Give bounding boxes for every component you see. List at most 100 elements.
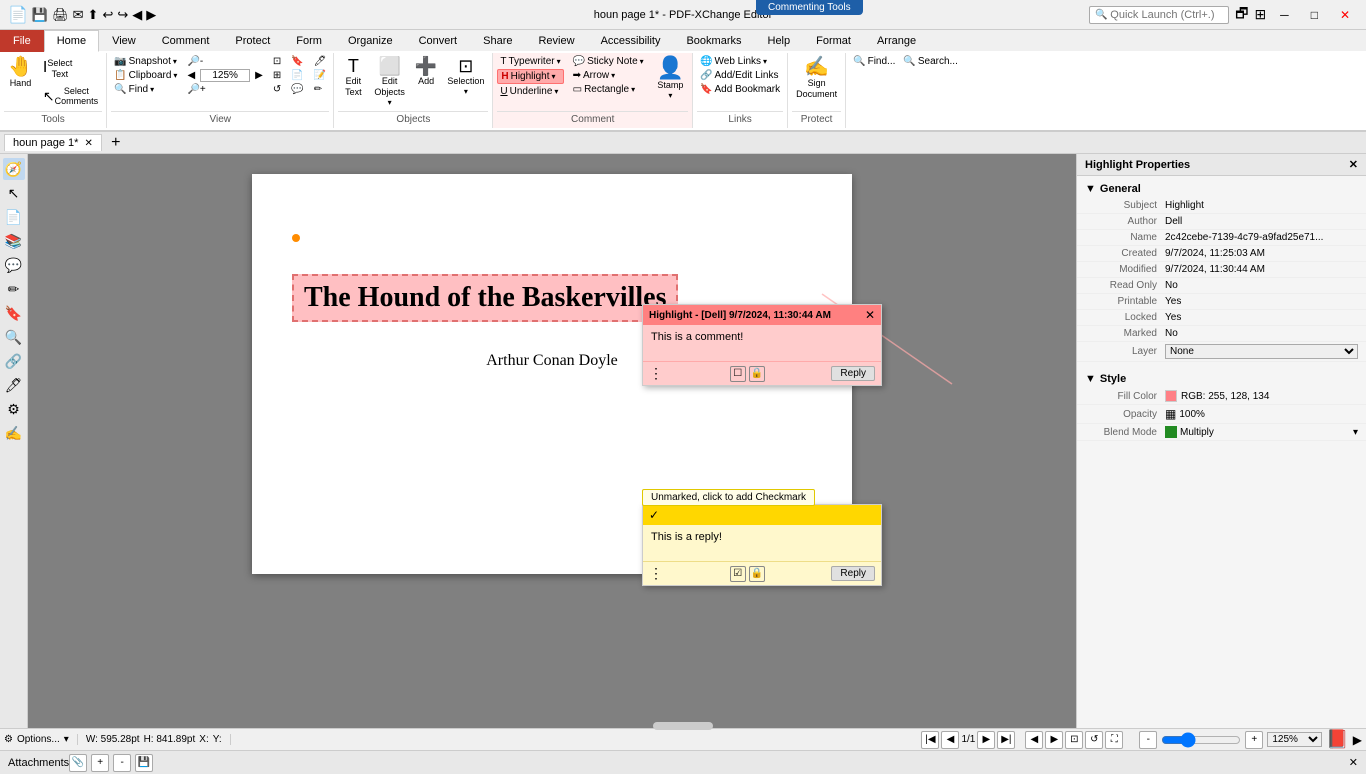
add-edit-links-button[interactable]: 🔗 Add/Edit Links (697, 69, 783, 82)
typewriter-button[interactable]: T Typewriter ▾ (497, 55, 563, 68)
tab-file[interactable]: File (0, 30, 44, 52)
document-tab[interactable]: houn page 1* ✕ (4, 134, 102, 151)
zoom-slider[interactable] (1161, 732, 1241, 748)
prev-view-button[interactable]: ◀ (184, 69, 198, 82)
attach-btn3[interactable]: - (113, 754, 131, 772)
select-text-button[interactable]: I SelectText (39, 55, 102, 82)
comment-view[interactable]: 💬 (288, 83, 306, 96)
comment-checkbox[interactable]: ☐ (730, 366, 746, 382)
save-icon[interactable]: 💾 (32, 7, 48, 23)
zoom-out-button[interactable]: 🔎- (184, 55, 265, 68)
tab-protect[interactable]: Protect (222, 30, 283, 52)
bookmark-view2[interactable]: 📄 (288, 69, 306, 82)
left-tool-link[interactable]: 🔗 (3, 350, 25, 372)
attach-btn2[interactable]: + (91, 754, 109, 772)
last-page-button[interactable]: ▶| (997, 731, 1015, 749)
tab-accessibility[interactable]: Accessibility (588, 30, 674, 52)
snapshot-button[interactable]: 📷 Snapshot ▾ (111, 55, 180, 68)
rectangle-button[interactable]: ▭ Rectangle ▾ (570, 83, 647, 96)
underline-button[interactable]: U Underline ▾ (497, 85, 563, 98)
tab-comment[interactable]: Comment (149, 30, 223, 52)
quick-launch-input[interactable] (1089, 6, 1229, 24)
fullscreen-button[interactable]: ⛶ (1105, 731, 1123, 749)
zoom-input[interactable] (200, 69, 250, 82)
zoom-in-button[interactable]: 🔎+ (184, 83, 265, 96)
attach-btn4[interactable]: 💾 (135, 754, 153, 772)
edit-text-button[interactable]: T EditText (338, 55, 368, 100)
close-button[interactable]: ✕ (1332, 6, 1358, 24)
bookmark-view1[interactable]: 🔖 (288, 55, 306, 68)
sticky-note-button[interactable]: 💬 Sticky Note ▾ (570, 55, 647, 68)
left-tool-comment[interactable]: 💬 (3, 254, 25, 276)
next-view-button[interactable]: ▶ (252, 69, 266, 82)
left-tool-nav[interactable]: 🧭 (3, 158, 25, 180)
stamp-button[interactable]: 👤 Stamp ▾ (653, 55, 688, 102)
forward-icon[interactable]: ▶ (146, 7, 156, 23)
tab-convert[interactable]: Convert (406, 30, 471, 52)
left-tool-sign[interactable]: ✍ (3, 422, 25, 444)
left-tool-settings[interactable]: ⚙ (3, 398, 25, 420)
share-icon[interactable]: ⬆ (88, 7, 99, 23)
typewriter-dropdown[interactable]: ▾ (557, 57, 561, 66)
view-btn6[interactable]: ✏ (311, 83, 330, 96)
zoom-out-status-button[interactable]: - (1139, 731, 1157, 749)
zoom-select[interactable]: 125% 100% 150% (1267, 732, 1322, 747)
view-btn4[interactable]: 🖊 (311, 55, 330, 68)
search-toolbar-button[interactable]: 🔍 Search... (900, 55, 960, 68)
clipboard-button[interactable]: 📋 Clipboard ▾ (111, 69, 180, 82)
next-page-button[interactable]: ▶ (977, 731, 995, 749)
back-icon[interactable]: ◀ (132, 7, 142, 23)
tab-review[interactable]: Review (525, 30, 587, 52)
left-tool-bookmark[interactable]: 🔖 (3, 302, 25, 324)
comment-reply-button[interactable]: Reply (831, 366, 875, 381)
rotate-status-button[interactable]: ↺ (1085, 731, 1103, 749)
reply-lock[interactable]: 🔒 (749, 566, 765, 582)
add-bookmark-button[interactable]: 🔖 Add Bookmark (697, 83, 783, 96)
edit-objects-dropdown[interactable]: ▾ (388, 98, 392, 107)
document-area[interactable]: The Hound of the Baskervilles Arthur Con… (28, 154, 1076, 728)
left-tool-stamp[interactable]: 🖊 (3, 374, 25, 396)
tab-share[interactable]: Share (470, 30, 525, 52)
general-section-header[interactable]: ▼ General (1077, 180, 1366, 198)
web-links-dropdown[interactable]: ▾ (763, 57, 767, 66)
prev-page-button[interactable]: ◀ (941, 731, 959, 749)
sticky-note-dropdown[interactable]: ▾ (640, 57, 644, 66)
underline-dropdown[interactable]: ▾ (554, 87, 558, 96)
first-page-button[interactable]: |◀ (921, 731, 939, 749)
grid-icon[interactable]: ⊞ (1254, 6, 1266, 23)
add-button[interactable]: ➕ Add (411, 55, 441, 89)
web-links-button[interactable]: 🌐 Web Links ▾ (697, 55, 783, 68)
highlight-annotation[interactable]: The Hound of the Baskervilles (292, 274, 678, 322)
stamp-dropdown[interactable]: ▾ (668, 91, 672, 100)
fit-width-button[interactable]: ⊡ (270, 55, 284, 68)
snapshot-dropdown[interactable]: ▾ (173, 57, 177, 66)
bottom-close-button[interactable]: ✕ (1349, 756, 1358, 769)
comment-menu-button[interactable]: ⋮ (649, 365, 663, 382)
find-dropdown[interactable]: ▾ (150, 85, 154, 94)
tab-organize[interactable]: Organize (335, 30, 406, 52)
tab-arrange[interactable]: Arrange (864, 30, 929, 52)
options-label[interactable]: Options... (17, 734, 60, 745)
tab-view[interactable]: View (99, 30, 149, 52)
sign-document-button[interactable]: ✍ SignDocument (792, 55, 841, 102)
left-tool-search[interactable]: 🔍 (3, 326, 25, 348)
doc-tab-close[interactable]: ✕ (84, 138, 92, 149)
arrow-dropdown[interactable]: ▾ (611, 71, 615, 80)
left-tool-cursor[interactable]: ↖ (3, 182, 25, 204)
back-page-button[interactable]: ◀ (1025, 731, 1043, 749)
add-tab-button[interactable]: + (106, 133, 126, 153)
view-icon[interactable]: 🗗 (1235, 3, 1248, 27)
zoom-in-status-button[interactable]: + (1245, 731, 1263, 749)
left-tool-layers[interactable]: 📚 (3, 230, 25, 252)
rectangle-dropdown[interactable]: ▾ (631, 85, 635, 94)
find-button[interactable]: 🔍 Find ▾ (111, 83, 180, 96)
fill-color-swatch[interactable] (1165, 390, 1177, 402)
tab-form[interactable]: Form (283, 30, 335, 52)
select-comments-button[interactable]: ↖ SelectComments (39, 83, 102, 110)
reply-reply-button[interactable]: Reply (831, 566, 875, 581)
layer-select[interactable]: None (1165, 344, 1358, 359)
selection-button[interactable]: ⊡ Selection ▾ (443, 55, 488, 98)
reply-menu-button[interactable]: ⋮ (649, 565, 663, 582)
maximize-button[interactable]: □ (1303, 6, 1326, 24)
fit-page-button[interactable]: ⊞ (270, 69, 284, 82)
